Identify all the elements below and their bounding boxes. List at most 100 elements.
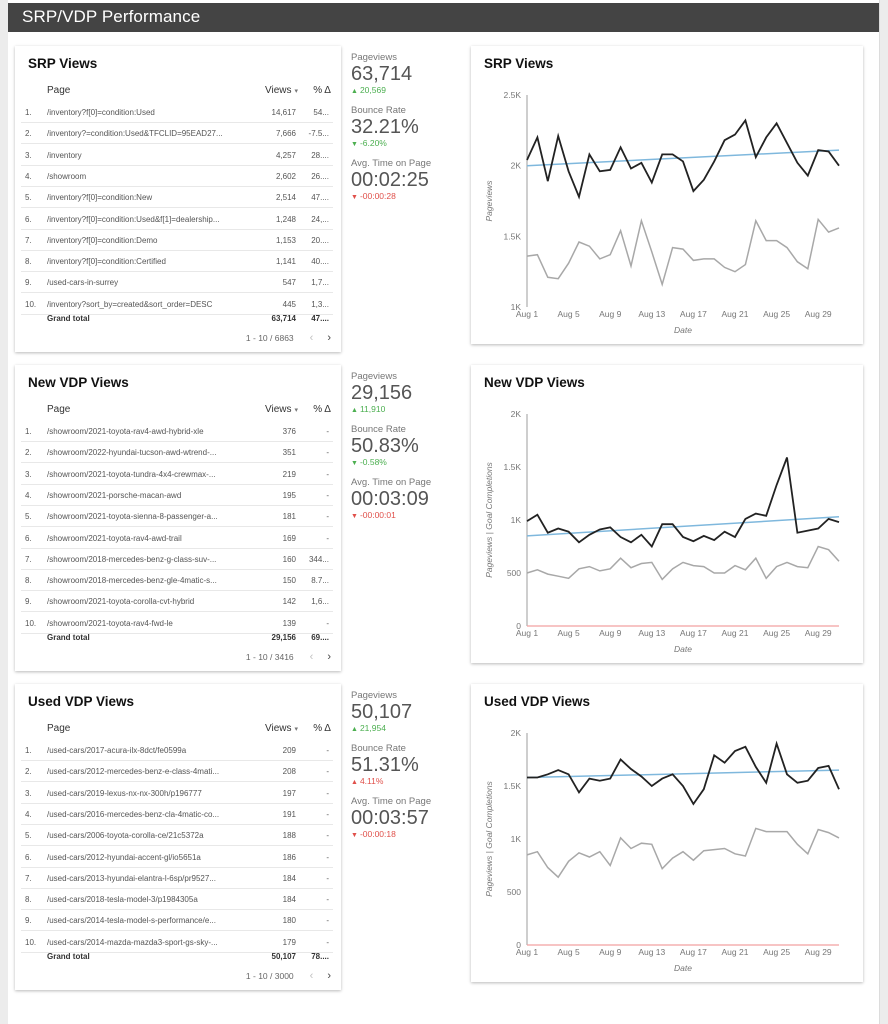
y-axis-title: Pageviews xyxy=(484,180,494,222)
row-index: 9. xyxy=(25,597,32,607)
column-header-delta[interactable]: % Δ xyxy=(313,723,331,734)
row-page: /inventory?f[0]=condition:Demo xyxy=(47,235,158,245)
row-index: 7. xyxy=(25,554,32,564)
row-delta: -7.5... xyxy=(308,129,329,139)
column-header-delta[interactable]: % Δ xyxy=(313,404,331,415)
y-tick-label: 2.5K xyxy=(504,90,522,100)
previous-page-button[interactable]: ‹ xyxy=(310,970,314,982)
column-header-views[interactable]: Views ▾ xyxy=(265,723,298,734)
row-views: 209 xyxy=(282,746,296,755)
next-page-button[interactable]: › xyxy=(327,332,331,344)
chart-card: SRP Views 1K 1.5K 2K 2.5K Aug 1 Aug 5 Aug 9 Aug … xyxy=(471,46,863,344)
table-row[interactable]: 6. /inventory?f[0]=condition:Used&f[1]=de… xyxy=(21,209,333,230)
row-page: /showroom/2018-mercedes-benz-gle-4matic-… xyxy=(47,576,217,586)
column-header-views-label: Views xyxy=(264,723,292,734)
row-delta: - xyxy=(326,469,329,479)
table-row[interactable]: 7. /inventory?f[0]=condition:Demo 1,153 20.… xyxy=(21,230,333,251)
row-index: 1. xyxy=(25,746,32,755)
pageviews-scorecard: Pageviews 29,156 ▲ 11,910 xyxy=(351,371,461,414)
line-chart: 1K1.5K2K2.5KAug 1 Aug 5 Aug 9 Aug 13 Aug 17 A… xyxy=(484,90,840,335)
next-page-button[interactable]: › xyxy=(327,970,331,982)
column-header-views[interactable]: Views ▾ xyxy=(265,85,298,96)
row-views: 14,617 xyxy=(271,108,296,117)
grand-total-label: Grand total xyxy=(47,314,90,323)
table-row[interactable]: 9. /used-cars/2014-tesla-model-s-performa… xyxy=(21,910,333,932)
x-tick-label: Aug 17 xyxy=(680,309,707,319)
table-row[interactable]: 6. /showroom/2021-toyota-rav4-awd-trail 16… xyxy=(21,528,333,549)
row-page: /inventory?f[0]=condition:Used&f[1]=deal… xyxy=(47,214,220,224)
scorecard-value: 00:03:09 xyxy=(351,488,429,510)
table-row[interactable]: 2. /inventory?=condition:Used&TFCLID=95EA… xyxy=(21,123,333,145)
scorecard-label: Bounce Rate xyxy=(351,743,406,754)
column-header-page[interactable]: Page xyxy=(47,85,70,96)
row-page: /showroom/2022-hyundai-tucson-awd-wtrend… xyxy=(47,448,217,458)
previous-page-button[interactable]: ‹ xyxy=(310,332,314,344)
row-page: /used-cars/2014-mazda-mazda3-sport-gs-sk… xyxy=(47,937,218,947)
x-tick-label: Aug 1 xyxy=(516,947,538,957)
table-row[interactable]: 6. /used-cars/2012-hyundai-accent-gl/io56… xyxy=(21,847,333,868)
grand-total-views: 29,156 xyxy=(271,633,296,642)
pageviews-scorecard: Pageviews 63,714 ▲ 20,569 xyxy=(351,52,461,95)
row-views: 179 xyxy=(282,937,296,947)
x-tick-label: Aug 13 xyxy=(638,947,665,957)
table-row[interactable]: 5. /showroom/2021-toyota-sienna-8-passeng… xyxy=(21,506,333,528)
table-row[interactable]: 4. /showroom/2021-porsche-macan-awd 195 - xyxy=(21,485,333,506)
table-row[interactable]: 5. /inventory?f[0]=condition:New 2,514 47..… xyxy=(21,187,333,209)
next-page-button[interactable]: › xyxy=(327,651,331,663)
row-index: 6. xyxy=(25,214,32,224)
row-views: 181 xyxy=(282,512,296,522)
row-views: 547 xyxy=(282,278,296,288)
column-header-delta[interactable]: % Δ xyxy=(313,85,331,96)
row-delta: - xyxy=(326,448,329,458)
table-row[interactable]: 1. /showroom/2021-toyota-rav4-awd-hybrid-… xyxy=(21,421,333,442)
x-tick-label: Aug 9 xyxy=(599,628,621,638)
x-tick-label: Aug 29 xyxy=(805,947,832,957)
column-header-views[interactable]: Views ▾ xyxy=(265,404,298,415)
table-row[interactable]: 1. /used-cars/2017-acura-ilx-8dct/fe0599a… xyxy=(21,740,333,761)
table-row[interactable]: 9. /showroom/2021-toyota-corolla-cvt-hybr… xyxy=(21,591,333,613)
row-page: /inventory xyxy=(47,150,82,160)
table-row[interactable]: 4. /showroom 2,602 26.... xyxy=(21,166,333,187)
column-header-page[interactable]: Page xyxy=(47,404,70,415)
row-page: /showroom/2018-mercedes-benz-g-class-suv… xyxy=(47,554,217,564)
grand-total-delta: 69.... xyxy=(311,633,329,642)
table-row[interactable]: 2. /showroom/2022-hyundai-tucson-awd-wtre… xyxy=(21,442,333,464)
row-views: 351 xyxy=(282,448,296,458)
table-row[interactable]: 3. /showroom/2021-toyota-tundra-4x4-crewm… xyxy=(21,464,333,485)
row-delta: 1,3... xyxy=(311,299,329,309)
column-header-page[interactable]: Page xyxy=(47,723,70,734)
row-delta: - xyxy=(326,831,329,841)
scorecard-label: Pageviews xyxy=(351,52,397,63)
table-row[interactable]: 9. /used-cars-in-surrey 547 1,7... xyxy=(21,272,333,294)
table-row[interactable]: 8. /showroom/2018-mercedes-benz-gle-4mati… xyxy=(21,570,333,592)
arrow-up-icon: ▲ xyxy=(351,407,358,414)
previous-page-button[interactable]: ‹ xyxy=(310,651,314,663)
scorecard-change-value: -0.58% xyxy=(359,457,387,467)
table-card: New VDP Views Page Views ▾ % Δ 1. /showroom/20… xyxy=(15,365,341,671)
row-delta: - xyxy=(326,767,329,777)
table-row[interactable]: 4. /used-cars/2016-mercedes-benz-cla-4mat… xyxy=(21,804,333,825)
table-row[interactable]: 3. /used-cars/2019-lexus-nx-nx-300h/p1967… xyxy=(21,783,333,804)
table-row[interactable]: 7. /showroom/2018-mercedes-benz-g-class-s… xyxy=(21,549,333,570)
sort-descending-icon: ▾ xyxy=(294,726,298,733)
row-page: /used-cars/2013-hyundai-elantra-l-6sp/pr… xyxy=(47,873,216,883)
page-scrollbar[interactable] xyxy=(879,0,888,1024)
row-delta: - xyxy=(326,427,329,436)
table-header: Page Views ▾ % Δ xyxy=(15,85,341,101)
x-tick-label: Aug 5 xyxy=(557,309,579,319)
row-delta: - xyxy=(326,852,329,862)
table-row[interactable]: 8. /inventory?f[0]=condition:Certified 1,1… xyxy=(21,251,333,273)
y-tick-label: 500 xyxy=(507,568,521,578)
table-row[interactable]: 2. /used-cars/2012-mercedes-benz-e-class-… xyxy=(21,761,333,783)
bounce-rate-scorecard: Bounce Rate 50.83% ▼ -0.58% xyxy=(351,424,461,467)
table-row[interactable]: 7. /used-cars/2013-hyundai-elantra-l-6sp/… xyxy=(21,868,333,889)
scorecard-change-value: -6.20% xyxy=(359,138,387,148)
x-tick-label: Aug 25 xyxy=(763,309,790,319)
y-axis-title: Pageviews | Goal Completions xyxy=(484,461,494,577)
y-tick-label: 2K xyxy=(511,728,522,738)
table-row[interactable]: 1. /inventory?f[0]=condition:Used 14,617 54… xyxy=(21,102,333,123)
table-row[interactable]: 3. /inventory 4,257 28.... xyxy=(21,145,333,166)
table-row[interactable]: 8. /used-cars/2018-tesla-model-3/p1984305… xyxy=(21,889,333,911)
x-tick-label: Aug 13 xyxy=(638,628,665,638)
table-row[interactable]: 5. /used-cars/2006-toyota-corolla-ce/21c5… xyxy=(21,825,333,847)
